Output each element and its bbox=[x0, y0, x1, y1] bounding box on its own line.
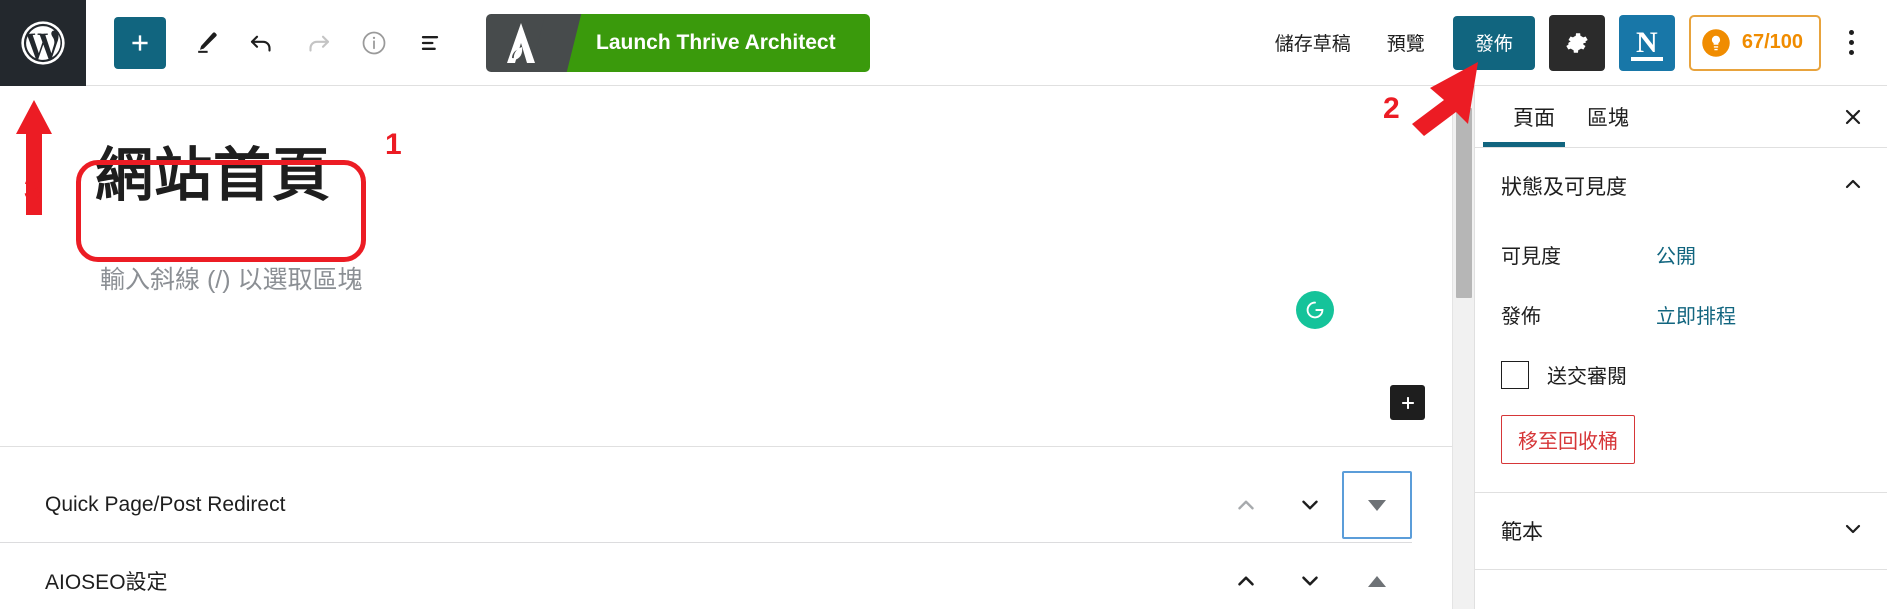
undo-arrow-icon bbox=[250, 35, 271, 52]
metabox-aioseo-settings: AIOSEO設定 bbox=[0, 544, 1412, 609]
plus-icon bbox=[1401, 396, 1414, 409]
metabox-title: AIOSEO設定 bbox=[45, 571, 168, 594]
status-visibility-section-header[interactable]: 狀態及可見度 bbox=[1475, 148, 1887, 224]
chevron-down-icon bbox=[1841, 517, 1865, 546]
metabox-quick-page-post-redirect: Quick Page/Post Redirect bbox=[0, 468, 1412, 543]
kebab-dot bbox=[1848, 50, 1854, 55]
paragraph-block-placeholder[interactable]: 輸入斜線 (/) 以選取區塊 bbox=[100, 260, 1452, 296]
scrollbar-up-arrow-icon[interactable] bbox=[1456, 91, 1471, 100]
launch-thrive-architect-button[interactable]: Launch Thrive Architect bbox=[486, 13, 870, 72]
gear-icon bbox=[1566, 32, 1588, 53]
block-inserter-button[interactable] bbox=[1390, 385, 1425, 420]
close-icon bbox=[1845, 109, 1861, 124]
metabox-title: Quick Page/Post Redirect bbox=[45, 493, 286, 516]
settings-button[interactable] bbox=[1548, 14, 1605, 71]
redo-button[interactable] bbox=[292, 17, 344, 69]
annotation-number-3: 3 bbox=[24, 173, 41, 206]
grammarly-icon[interactable] bbox=[1296, 291, 1334, 329]
metabox-actions bbox=[1214, 471, 1412, 539]
pending-review-row: 送交審閱 bbox=[1475, 344, 1887, 395]
aioseo-icon bbox=[1702, 28, 1730, 57]
chevron-up-icon bbox=[1841, 172, 1865, 201]
settings-sidebar: 頁面 區塊 狀態及可見度 可見度 公開 發佈 立即排程 送交審閱 移至回收桶 範… bbox=[1474, 86, 1887, 609]
chevron-down-icon bbox=[1302, 576, 1318, 586]
details-button[interactable] bbox=[348, 17, 400, 69]
info-icon bbox=[362, 31, 386, 54]
seo-score-value: 67/100 bbox=[1741, 31, 1803, 53]
thrive-a-icon bbox=[507, 22, 535, 63]
metabox-toggle-button[interactable] bbox=[1342, 471, 1412, 539]
add-block-button[interactable] bbox=[114, 16, 166, 69]
chevron-up-icon bbox=[1238, 500, 1254, 510]
metabox-actions bbox=[1214, 548, 1412, 609]
scrollbar-thumb[interactable] bbox=[1456, 108, 1472, 298]
kebab-dot bbox=[1848, 40, 1854, 45]
preview-button[interactable]: 預覽 bbox=[1369, 17, 1443, 69]
annotation-box-1 bbox=[76, 160, 366, 262]
visibility-row: 可見度 公開 bbox=[1475, 224, 1887, 284]
annotation-number-1: 1 bbox=[385, 128, 402, 161]
tab-page[interactable]: 頁面 bbox=[1497, 86, 1571, 148]
section-title: 狀態及可見度 bbox=[1501, 176, 1627, 199]
seo-score-button[interactable]: 67/100 bbox=[1688, 14, 1821, 71]
thrive-logo bbox=[486, 13, 556, 72]
metabox-move-up-button[interactable] bbox=[1214, 548, 1278, 609]
pending-review-label: 送交審閱 bbox=[1547, 366, 1627, 388]
toolbar-right-tools: 儲存草稿 預覽 發佈 N 67/100 bbox=[1257, 14, 1887, 71]
nelio-plugin-button[interactable]: N bbox=[1618, 14, 1675, 71]
thrive-button-label: Launch Thrive Architect bbox=[556, 13, 870, 72]
close-sidebar-button[interactable] bbox=[1829, 93, 1877, 141]
section-title: 範本 bbox=[1501, 521, 1543, 544]
edit-tool-button[interactable] bbox=[180, 17, 232, 69]
metabox-toggle-button[interactable] bbox=[1342, 548, 1412, 609]
wordpress-logo-button[interactable] bbox=[0, 0, 86, 86]
plus-icon bbox=[132, 34, 148, 51]
sidebar-divider bbox=[1475, 569, 1887, 570]
editor-scrollbar[interactable] bbox=[1452, 86, 1474, 609]
metabox-move-down-button[interactable] bbox=[1278, 548, 1342, 609]
move-to-trash-button[interactable]: 移至回收桶 bbox=[1501, 415, 1635, 464]
nelio-underline bbox=[1630, 56, 1663, 61]
chevron-down-icon bbox=[1302, 500, 1318, 510]
publish-button[interactable]: 發佈 bbox=[1452, 15, 1535, 70]
wordpress-icon bbox=[21, 20, 65, 65]
app-root: Launch Thrive Architect 儲存草稿 預覽 發佈 N 67/… bbox=[0, 0, 1887, 609]
visibility-label: 可見度 bbox=[1501, 245, 1561, 268]
template-section-header[interactable]: 範本 bbox=[1475, 493, 1887, 569]
pencil-icon bbox=[197, 32, 217, 53]
undo-button[interactable] bbox=[236, 17, 288, 69]
canvas-divider bbox=[0, 446, 1452, 447]
chevron-up-icon bbox=[1238, 576, 1254, 586]
nelio-letter: N bbox=[1635, 25, 1658, 59]
pending-review-checkbox[interactable] bbox=[1501, 360, 1529, 389]
editor-toolbar: Launch Thrive Architect 儲存草稿 預覽 發佈 N 67/… bbox=[0, 0, 1887, 86]
list-view-icon bbox=[421, 35, 439, 50]
sidebar-tab-bar: 頁面 區塊 bbox=[1475, 86, 1887, 148]
save-draft-button[interactable]: 儲存草稿 bbox=[1257, 17, 1369, 69]
list-view-button[interactable] bbox=[404, 17, 456, 69]
metabox-move-up-button[interactable] bbox=[1214, 472, 1278, 538]
publish-value-button[interactable]: 立即排程 bbox=[1656, 300, 1736, 329]
publish-label: 發佈 bbox=[1501, 305, 1541, 328]
annotation-number-2: 2 bbox=[1383, 92, 1400, 125]
more-options-button[interactable] bbox=[1831, 17, 1871, 69]
grammarly-g-icon bbox=[1306, 301, 1324, 319]
redo-arrow-icon bbox=[309, 35, 330, 52]
metabox-move-down-button[interactable] bbox=[1278, 472, 1342, 538]
publish-row: 發佈 立即排程 bbox=[1475, 284, 1887, 344]
kebab-dot bbox=[1848, 30, 1854, 35]
triangle-down-icon bbox=[1368, 499, 1386, 511]
visibility-value-button[interactable]: 公開 bbox=[1656, 240, 1696, 269]
toolbar-left-tools: Launch Thrive Architect bbox=[86, 13, 870, 72]
tab-block[interactable]: 區塊 bbox=[1571, 86, 1645, 148]
triangle-up-icon bbox=[1368, 575, 1386, 587]
